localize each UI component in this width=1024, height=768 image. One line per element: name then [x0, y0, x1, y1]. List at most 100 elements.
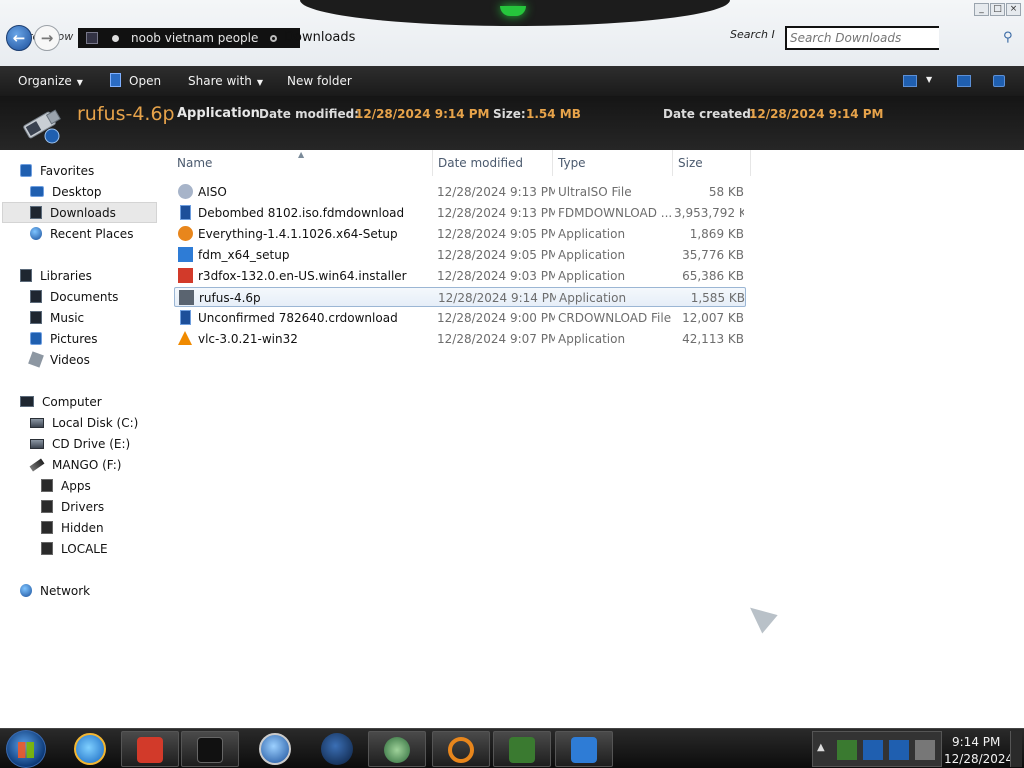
- file-row[interactable]: r3dfox-132.0.en-US.win64.installer 12/28/…: [174, 266, 746, 286]
- media-player-icon[interactable]: [259, 733, 291, 765]
- nav-libraries[interactable]: Libraries: [20, 265, 92, 286]
- vlc-cone-icon: [178, 331, 192, 345]
- nav-label: MANGO (F:): [52, 457, 122, 472]
- file-name: r3dfox-132.0.en-US.win64.installer: [198, 269, 407, 283]
- r3dfox-icon: [137, 737, 163, 763]
- date-created-label: Date created:: [663, 107, 756, 121]
- organize-button[interactable]: Organize ▼: [18, 74, 83, 88]
- nav-label: Hidden: [61, 520, 104, 535]
- breadcrumb-item[interactable]: Downloads: [284, 30, 355, 45]
- nav-downloads[interactable]: Downloads: [2, 202, 157, 223]
- file-name: fdm_x64_setup: [198, 248, 290, 262]
- new-folder-button[interactable]: New folder: [287, 74, 352, 88]
- tray-app-icon[interactable]: [837, 740, 857, 760]
- windows-logo-icon: [18, 742, 34, 758]
- file-type: Application: [558, 269, 626, 283]
- nav-recent-places[interactable]: Recent Places: [30, 223, 133, 244]
- share-with-button[interactable]: Share with ▼: [188, 74, 263, 88]
- nav-label: Downloads: [50, 205, 116, 220]
- taskbar-everything[interactable]: [432, 731, 490, 767]
- chevron-down-icon[interactable]: ▼: [926, 75, 932, 84]
- nav-label: Apps: [61, 478, 91, 493]
- nav-computer[interactable]: Computer: [20, 391, 102, 412]
- nav-favorites[interactable]: Favorites: [20, 160, 94, 181]
- search-box[interactable]: [785, 26, 939, 50]
- column-header-name[interactable]: Name: [172, 150, 433, 176]
- search-hint: Search I: [730, 28, 775, 41]
- internet-explorer-icon[interactable]: [74, 733, 106, 765]
- breadcrumb-item[interactable]: noob vietnam people: [131, 31, 258, 45]
- file-row[interactable]: fdm_x64_setup 12/28/2024 9:05 PM Applicati…: [174, 245, 746, 265]
- nav-apps[interactable]: Apps: [41, 475, 91, 496]
- file-row[interactable]: rufus-4.6p 12/28/2024 9:14 PM Application 1…: [174, 287, 746, 307]
- column-header-type[interactable]: Type: [553, 150, 673, 176]
- folder-icon: [41, 521, 53, 534]
- nav-videos[interactable]: Videos: [28, 349, 90, 370]
- file-row[interactable]: Debombed 8102.iso.fdmdownload 12/28/2024 …: [174, 203, 746, 223]
- nav-music[interactable]: Music: [30, 307, 84, 328]
- file-name: Unconfirmed 782640.crdownload: [198, 311, 398, 325]
- explorer-window: _ □ × rch Dow ← → noob vietnam people Do…: [0, 0, 1024, 728]
- help-icon[interactable]: [993, 75, 1005, 87]
- nav-mango[interactable]: MANGO (F:): [29, 454, 122, 475]
- search-input[interactable]: [790, 29, 938, 47]
- taskbar-app-globe[interactable]: [368, 731, 426, 767]
- taskbar-r3dfox[interactable]: [121, 731, 179, 767]
- downloads-folder-icon: [30, 206, 42, 219]
- nav-label: Favorites: [40, 163, 95, 178]
- maximize-button[interactable]: □: [990, 3, 1005, 16]
- nav-desktop[interactable]: Desktop: [30, 181, 102, 202]
- nav-label: Network: [40, 583, 91, 598]
- arrow-right-icon: →: [40, 29, 54, 47]
- open-button[interactable]: Open: [129, 74, 161, 88]
- file-date-modified: 12/28/2024 9:14 PM: [438, 291, 556, 305]
- start-button[interactable]: [6, 730, 46, 768]
- generic-file-icon: [180, 310, 191, 325]
- taskbar-fdm[interactable]: [555, 731, 613, 767]
- back-button[interactable]: ←: [6, 25, 32, 51]
- clock-time[interactable]: 9:14 PM: [952, 735, 1000, 749]
- monitor-tray-icon[interactable]: [889, 740, 909, 760]
- file-row[interactable]: vlc-3.0.21-win32 12/28/2024 9:07 PM Applic…: [174, 329, 746, 349]
- clock-date[interactable]: 12/28/2024: [944, 752, 1013, 766]
- change-view-icon[interactable]: [903, 75, 917, 87]
- taskbar-app-check[interactable]: [493, 731, 551, 767]
- nav-cd-drive[interactable]: CD Drive (E:): [30, 433, 130, 454]
- network-tray-icon[interactable]: [863, 740, 883, 760]
- file-row[interactable]: AISO 12/28/2024 9:13 PM UltraISO File 58 KB: [174, 182, 746, 202]
- nav-hidden[interactable]: Hidden: [41, 517, 104, 538]
- file-date-modified: 12/28/2024 9:07 PM: [437, 332, 555, 346]
- nav-locale[interactable]: LOCALE: [41, 538, 108, 559]
- taskbar-explorer[interactable]: [181, 731, 239, 767]
- recent-places-icon: [30, 227, 42, 240]
- address-bar[interactable]: noob vietnam people: [78, 28, 300, 48]
- breadcrumb-separator: [270, 34, 278, 42]
- nav-drivers[interactable]: Drivers: [41, 496, 104, 517]
- file-type: CRDOWNLOAD File: [558, 311, 672, 325]
- minimize-button[interactable]: _: [974, 3, 989, 16]
- close-button[interactable]: ×: [1006, 3, 1021, 16]
- preview-pane-icon[interactable]: [957, 75, 971, 87]
- forward-button[interactable]: →: [34, 25, 60, 51]
- file-date-modified: 12/28/2024 9:13 PM: [437, 206, 555, 220]
- nav-documents[interactable]: Documents: [30, 286, 118, 307]
- folder-icon: [86, 32, 98, 44]
- file-row[interactable]: Everything-1.4.1.1026.x64-Setup 12/28/202…: [174, 224, 746, 244]
- organize-label: Organize: [18, 74, 72, 88]
- file-size: 35,776 KB: [682, 248, 744, 262]
- nav-local-disk[interactable]: Local Disk (C:): [30, 412, 138, 433]
- date-modified-label: Date modified:: [259, 107, 359, 121]
- nav-pictures[interactable]: Pictures: [30, 328, 98, 349]
- volume-icon[interactable]: [915, 740, 935, 760]
- file-row[interactable]: Unconfirmed 782640.crdownload 12/28/2024 …: [174, 308, 746, 328]
- details-file-name: rufus-4.6p: [77, 103, 175, 125]
- notification-area: ▲: [812, 731, 942, 767]
- search-icon[interactable]: ⚲: [1003, 31, 1017, 45]
- nav-label: Libraries: [40, 268, 92, 283]
- column-header-date-modified[interactable]: Date modified: [433, 150, 553, 176]
- nav-network[interactable]: Network: [20, 580, 90, 601]
- column-header-size[interactable]: Size: [673, 150, 751, 176]
- show-desktop-button[interactable]: [1010, 731, 1022, 767]
- chevron-up-icon[interactable]: ▲: [817, 742, 825, 753]
- globe-icon[interactable]: [321, 733, 353, 765]
